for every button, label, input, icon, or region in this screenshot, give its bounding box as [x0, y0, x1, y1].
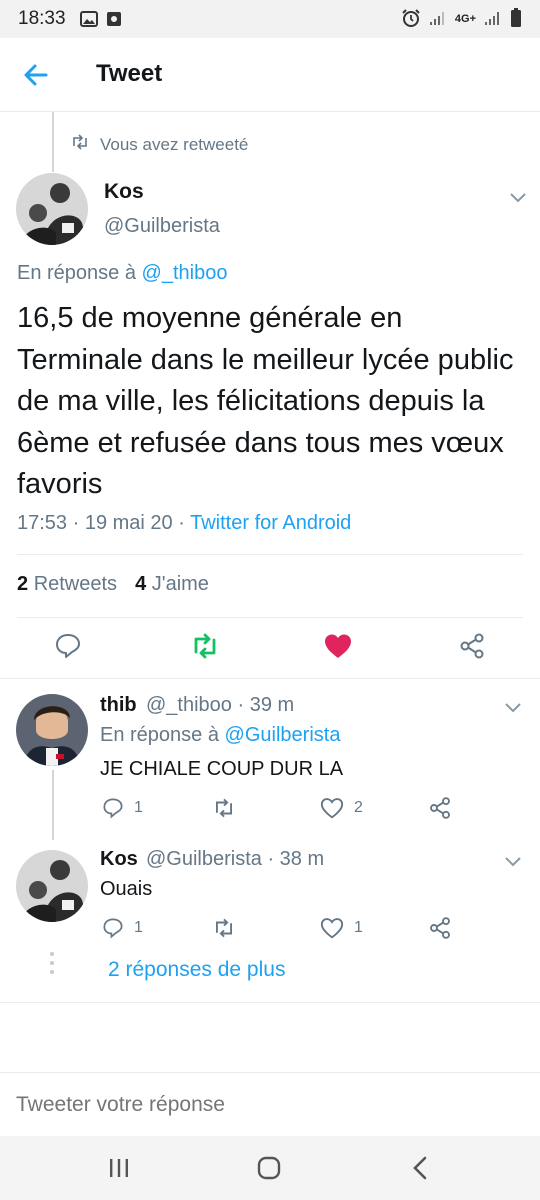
reply-icon[interactable]: [54, 632, 82, 665]
share-icon[interactable]: [428, 796, 452, 820]
back-nav-icon[interactable]: [412, 1156, 428, 1185]
system-nav-bar: [0, 1136, 540, 1200]
tweet-actions: [0, 626, 540, 666]
status-right: 4G+: [401, 7, 522, 31]
reply-prefix: En réponse à: [17, 262, 136, 284]
share-icon[interactable]: [428, 916, 452, 940]
status-bar: 18:33 4G+: [0, 0, 540, 38]
reply-to-link[interactable]: @_thiboo: [142, 262, 228, 284]
author-avatar[interactable]: [16, 173, 88, 245]
reply-count: 1: [134, 799, 143, 816]
app-bar: Tweet: [0, 38, 540, 112]
home-icon[interactable]: [257, 1156, 281, 1185]
like-heart-icon[interactable]: [324, 633, 352, 664]
media-icon: [106, 11, 122, 27]
divider: [0, 1002, 540, 1003]
battery-icon: [510, 7, 522, 31]
thread-dots: [50, 952, 56, 974]
retweet-action[interactable]: [212, 917, 236, 939]
reply-context: En réponse à @_thiboo: [17, 262, 227, 285]
reply-input[interactable]: [16, 1093, 516, 1117]
network-type: 4G+: [454, 13, 476, 25]
like-count: 2: [354, 799, 363, 816]
likes-stat[interactable]: 4 J'aime: [135, 573, 209, 596]
more-replies-link[interactable]: 2 réponses de plus: [108, 958, 285, 982]
recent-apps-icon[interactable]: [108, 1158, 130, 1183]
reply-author-handle[interactable]: @Guilberista · 38 m: [146, 848, 324, 871]
reply-text: JE CHIALE COUP DUR LA: [100, 758, 344, 780]
retweets-stat[interactable]: 2 Retweets: [17, 573, 117, 596]
page-title: Tweet: [96, 60, 163, 87]
retweet-button-icon[interactable]: [190, 632, 220, 665]
tweet-text: 16,5 de moyenne générale en Terminale da…: [17, 302, 514, 500]
reply-time: · 39 m: [237, 694, 295, 716]
reply-author-handle[interactable]: @_thiboo · 39 m: [146, 694, 294, 717]
share-icon[interactable]: [458, 632, 486, 665]
alarm-icon: [401, 8, 421, 30]
chevron-down-icon[interactable]: [510, 190, 526, 203]
author-name[interactable]: Kos: [104, 180, 144, 204]
like-count: 1: [354, 919, 363, 936]
engagement-stats: 2 Retweets 4 J'aime: [17, 573, 209, 596]
tweet-time: 17:53: [17, 512, 68, 534]
reply-action[interactable]: 1: [102, 797, 143, 819]
back-arrow-icon[interactable]: [22, 61, 50, 89]
signal-icon-2: [484, 10, 502, 29]
reply-action[interactable]: 1: [102, 917, 143, 939]
tweet-meta: 17:53 · 19 mai 20 · Twitter for Android: [17, 512, 352, 534]
reply-avatar[interactable]: [16, 850, 88, 922]
divider: [0, 678, 540, 679]
signal-icon: [429, 10, 447, 29]
like-action[interactable]: 1: [320, 917, 363, 939]
reply-avatar[interactable]: [16, 694, 88, 766]
retweet-indicator: Vous avez retweeté: [70, 134, 248, 155]
thread-line: [52, 770, 54, 840]
reply-author-name[interactable]: Kos: [100, 848, 138, 871]
tweet-date: 19 mai 20: [84, 512, 173, 534]
divider: [17, 554, 523, 555]
reply-to-link[interactable]: @Guilberista: [225, 724, 341, 746]
author-handle[interactable]: @Guilberista: [104, 215, 220, 238]
reply-composer: [0, 1072, 540, 1136]
reply-author-name[interactable]: thib: [100, 694, 137, 717]
like-action[interactable]: 2: [320, 797, 363, 819]
retweet-icon: [70, 134, 90, 155]
chevron-down-icon[interactable]: [505, 854, 521, 867]
reply-count: 1: [134, 919, 143, 936]
gallery-icon: [79, 11, 98, 27]
status-time: 18:33: [18, 8, 66, 29]
reply-text: Ouais: [100, 878, 153, 900]
thread-line: [52, 112, 54, 172]
reply-time: · 38 m: [267, 848, 325, 870]
divider: [17, 617, 523, 618]
reply-context: En réponse à @Guilberista: [100, 724, 341, 746]
chevron-down-icon[interactable]: [505, 700, 521, 713]
retweet-label: Vous avez retweeté: [100, 134, 249, 154]
retweet-action[interactable]: [212, 797, 236, 819]
tweet-source[interactable]: Twitter for Android: [190, 512, 351, 534]
